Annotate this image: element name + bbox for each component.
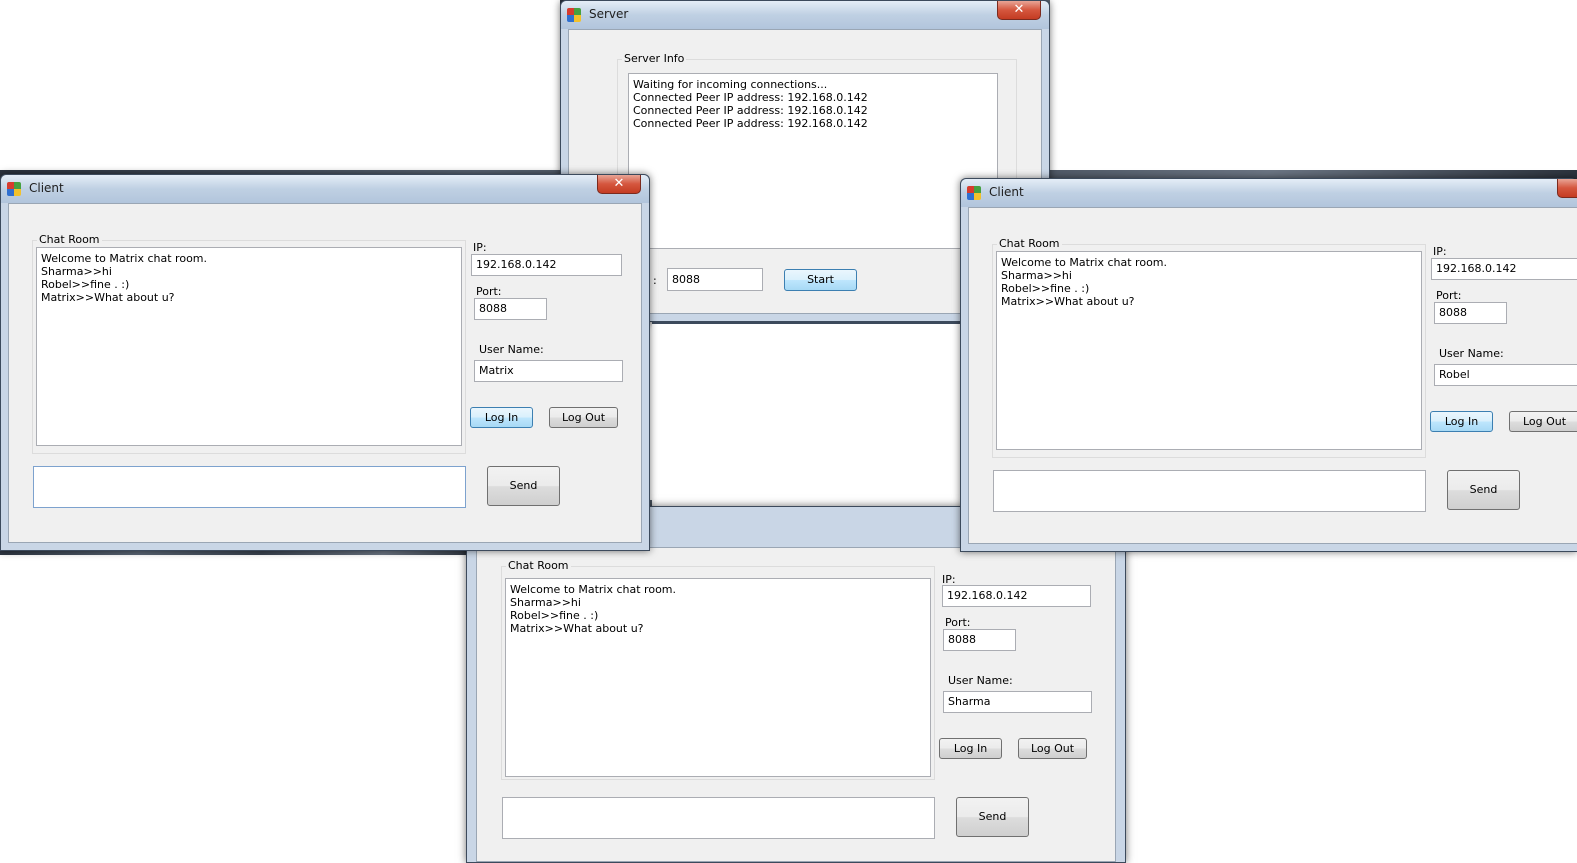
chat-room-group: Chat Room Welcome to Matrix chat room. Sh… (501, 559, 935, 780)
chat-message: Matrix>>What about u? (1001, 295, 1135, 308)
server-log-line: Connected Peer IP address: 192.168.0.142 (633, 104, 868, 117)
chat-message: Robel>>fine . :) (1001, 282, 1090, 295)
username-input[interactable]: Sharma (943, 691, 1092, 713)
chat-message: Welcome to Matrix chat room. (41, 252, 208, 265)
client-titlebar[interactable]: Client ✕ (1, 175, 649, 203)
username-label: User Name: (479, 343, 544, 356)
close-icon[interactable]: ✕ (997, 1, 1041, 20)
blank-panel (652, 322, 962, 507)
chat-message: Robel>>fine . :) (510, 609, 599, 622)
app-icon (967, 186, 981, 200)
start-button[interactable]: Start (784, 269, 857, 291)
server-titlebar[interactable]: Server ✕ (561, 1, 1049, 29)
username-label: User Name: (948, 674, 1013, 687)
ip-input[interactable]: 192.168.0.142 (942, 585, 1091, 607)
ip-input[interactable]: 192.168.0.142 (1431, 258, 1577, 280)
ip-label: IP: (1433, 245, 1447, 258)
chat-listbox[interactable]: Welcome to Matrix chat room. Sharma>>hi Ro… (505, 578, 931, 777)
group-label: Chat Room (997, 237, 1062, 250)
server-log-listbox[interactable]: Waiting for incoming connections... Conne… (628, 73, 998, 249)
chat-message: Robel>>fine . :) (41, 278, 130, 291)
app-icon (567, 8, 581, 22)
window-title: Server (589, 7, 629, 21)
send-button[interactable]: Send (956, 797, 1029, 837)
port-label: Port: (1436, 289, 1462, 302)
app-icon (7, 182, 21, 196)
close-icon[interactable]: ✕ (597, 175, 641, 194)
chat-room-group: Chat Room Welcome to Matrix chat room. Sh… (32, 233, 466, 454)
message-input[interactable] (33, 466, 466, 508)
window-title: Client (989, 185, 1024, 199)
server-log-line: Waiting for incoming connections... (633, 78, 828, 91)
chat-room-group: Chat Room Welcome to Matrix chat room. Sh… (992, 237, 1426, 458)
group-label: Chat Room (506, 559, 571, 572)
login-button[interactable]: Log In (939, 738, 1002, 759)
client-area: Chat Room Welcome to Matrix chat room. Sh… (476, 547, 1116, 862)
message-input[interactable] (502, 797, 935, 839)
server-log-line: Connected Peer IP address: 192.168.0.142 (633, 91, 868, 104)
message-input[interactable] (993, 470, 1426, 512)
login-button[interactable]: Log In (470, 407, 533, 428)
ip-input[interactable]: 192.168.0.142 (471, 254, 622, 276)
login-button[interactable]: Log In (1430, 411, 1493, 432)
client-window-sharma: Chat Room Welcome to Matrix chat room. Sh… (466, 506, 1126, 863)
chat-message: Welcome to Matrix chat room. (510, 583, 677, 596)
port-input[interactable]: 8088 (1434, 302, 1507, 324)
chat-message: Sharma>>hi (41, 265, 112, 278)
username-input[interactable]: Robel (1434, 364, 1577, 386)
client-area: Chat Room Welcome to Matrix chat room. Sh… (968, 207, 1577, 544)
client-area: Chat Room Welcome to Matrix chat room. Sh… (8, 203, 642, 543)
ip-label: IP: (473, 241, 487, 254)
port-input[interactable]: 8088 (474, 298, 547, 320)
username-label: User Name: (1439, 347, 1504, 360)
chat-listbox[interactable]: Welcome to Matrix chat room. Sharma>>hi Ro… (996, 251, 1422, 450)
window-title: Client (29, 181, 64, 195)
chat-message: Sharma>>hi (1001, 269, 1072, 282)
port-label: : (653, 274, 657, 287)
group-label: Chat Room (37, 233, 102, 246)
chat-message: Matrix>>What about u? (41, 291, 175, 304)
chat-message: Sharma>>hi (510, 596, 581, 609)
port-input[interactable]: 8088 (943, 629, 1016, 651)
logout-button[interactable]: Log Out (1018, 738, 1087, 759)
chat-message: Welcome to Matrix chat room. (1001, 256, 1168, 269)
chat-listbox[interactable]: Welcome to Matrix chat room. Sharma>>hi Ro… (36, 247, 462, 446)
client-window-matrix: Client ✕ Chat Room Welcome to Matrix cha… (0, 174, 650, 551)
close-icon[interactable] (1557, 179, 1577, 198)
server-log-line: Connected Peer IP address: 192.168.0.142 (633, 117, 868, 130)
group-label: Server Info (622, 52, 687, 65)
client-titlebar[interactable]: Client (961, 179, 1577, 207)
client-window-robel: Client Chat Room Welcome to Matrix chat … (960, 178, 1577, 552)
logout-button[interactable]: Log Out (549, 407, 618, 428)
server-info-group: Server Info Waiting for incoming connect… (617, 52, 1017, 249)
port-label: Port: (945, 616, 971, 629)
port-input[interactable]: 8088 (667, 268, 763, 291)
send-button[interactable]: Send (487, 466, 560, 506)
chat-message: Matrix>>What about u? (510, 622, 644, 635)
logout-button[interactable]: Log Out (1509, 411, 1577, 432)
port-label: Port: (476, 285, 502, 298)
send-button[interactable]: Send (1447, 470, 1520, 510)
username-input[interactable]: Matrix (474, 360, 623, 382)
